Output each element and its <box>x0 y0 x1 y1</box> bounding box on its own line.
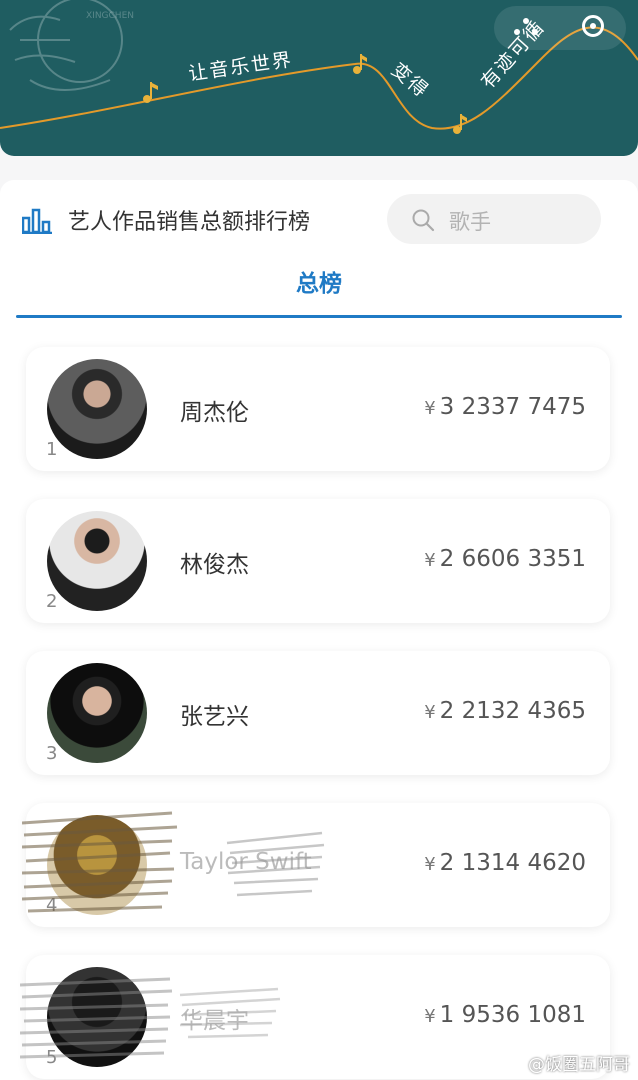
sales-amount: ¥2 6606 3351 <box>424 546 586 572</box>
logo-pinyin: XINGCHEN <box>86 11 134 21</box>
artist-name: 周杰伦 <box>180 400 249 426</box>
list-item[interactable]: 3 张艺兴 ¥2 2132 4365 <box>26 651 610 775</box>
tab-overall[interactable]: 总榜 <box>0 264 638 298</box>
sales-amount: ¥2 1314 4620 <box>424 850 586 876</box>
list-item[interactable]: 2 林俊杰 ¥2 6606 3351 <box>26 499 610 623</box>
artist-name: 华晨宇 <box>180 1008 249 1034</box>
artist-name: 林俊杰 <box>180 552 249 578</box>
search-icon <box>412 209 435 232</box>
close-target-icon[interactable] <box>582 15 604 37</box>
sales-amount: ¥2 2132 4365 <box>424 698 586 724</box>
ranking-header: 艺人作品销售总额排行榜 歌手 <box>0 180 638 260</box>
avatar <box>47 663 147 763</box>
rank-number: 5 <box>46 1047 58 1068</box>
tab-underline <box>16 315 622 318</box>
sales-amount: ¥3 2337 7475 <box>424 394 586 420</box>
more-icon[interactable] <box>514 18 540 38</box>
avatar <box>47 967 147 1067</box>
list-item[interactable]: 1 周杰伦 ¥3 2337 7475 <box>26 347 610 471</box>
bar-chart-icon <box>22 208 52 234</box>
avatar <box>47 815 147 915</box>
search-placeholder: 歌手 <box>449 210 491 234</box>
watermark: @饭圈五阿哥 <box>528 1055 630 1075</box>
rank-number: 3 <box>46 743 58 764</box>
ranking-panel: 艺人作品销售总额排行榜 歌手 总榜 1 周杰伦 ¥3 2337 7475 2 林… <box>0 180 638 1080</box>
artist-name: 张艺兴 <box>180 704 249 730</box>
rank-number: 1 <box>46 439 58 460</box>
mini-program-capsule[interactable] <box>494 6 626 50</box>
search-input[interactable]: 歌手 <box>387 194 601 244</box>
header-banner: XINGCHEN 让音乐世界 变得 有迹可循 <box>0 0 638 156</box>
sales-amount: ¥1 9536 1081 <box>424 1002 586 1028</box>
rank-number: 2 <box>46 591 58 612</box>
avatar <box>47 359 147 459</box>
avatar <box>47 511 147 611</box>
page-title: 艺人作品销售总额排行榜 <box>68 210 311 235</box>
artist-name: Taylor Swift <box>180 849 312 875</box>
list-item[interactable]: 4 Taylor Swift ¥2 1314 4620 <box>22 803 610 927</box>
rank-number: 4 <box>46 895 58 916</box>
list-item[interactable]: 5 华晨宇 ¥1 9536 1081 <box>20 955 610 1079</box>
